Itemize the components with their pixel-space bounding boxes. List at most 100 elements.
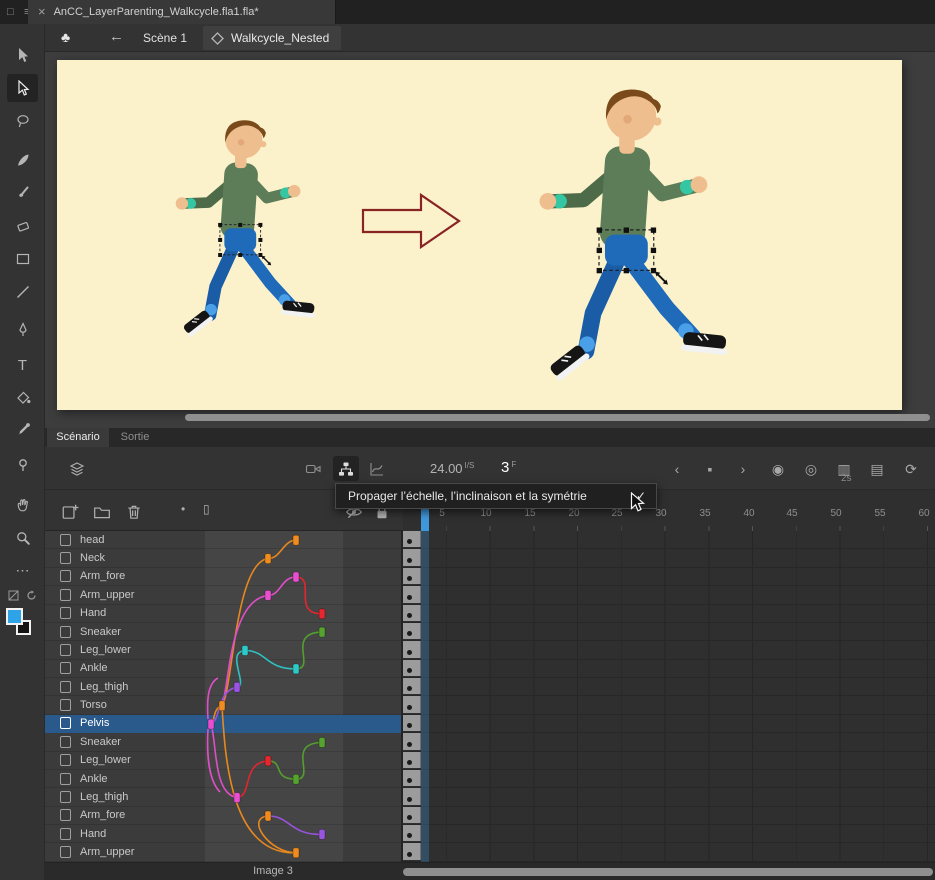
tab-output[interactable]: Sortie: [111, 428, 159, 447]
layer-row[interactable]: Leg_lower: [45, 752, 935, 770]
frame-cells[interactable]: [401, 788, 935, 806]
frame-cells[interactable]: [401, 660, 935, 678]
ruler-tick: 60: [912, 508, 935, 519]
layer-row[interactable]: Arm_upper: [45, 586, 935, 604]
layer-parenting-button[interactable]: [333, 456, 359, 481]
selection-tool[interactable]: [0, 41, 45, 69]
fill-color-swatch[interactable]: [6, 608, 23, 625]
layer-row[interactable]: Sneaker: [45, 623, 935, 641]
lasso-tool[interactable]: [0, 107, 45, 135]
paint-bucket-tool[interactable]: [0, 384, 45, 412]
layer-row[interactable]: head: [45, 531, 935, 549]
propagate-scale-menu-item[interactable]: Propager l’échelle, l’inclinaison et la …: [335, 483, 657, 509]
parent-wire-cell: [205, 641, 343, 659]
asset-warp-tool[interactable]: [0, 451, 45, 479]
line-tool[interactable]: [0, 278, 45, 306]
timeline-horizontal-scrollbar[interactable]: [403, 868, 933, 876]
stage-canvas[interactable]: [57, 60, 902, 410]
layer-name-cell: Neck: [45, 549, 205, 567]
loop-button[interactable]: ⟳: [902, 459, 920, 479]
layer-row[interactable]: Ankle: [45, 770, 935, 788]
layer-row-selected[interactable]: Pelvis: [45, 715, 935, 733]
keyframe-toggle[interactable]: •: [181, 502, 185, 516]
document-tab[interactable]: × AnCC_LayerParenting_Walkcycle.fla1.fla…: [28, 0, 336, 24]
frame-cells[interactable]: [401, 531, 935, 549]
layer-row[interactable]: Arm_upper: [45, 843, 935, 861]
onion-skin-outline-button[interactable]: ◎: [802, 459, 820, 479]
layer-row[interactable]: Hand: [45, 825, 935, 843]
zoom-tool[interactable]: [0, 524, 45, 552]
character-large[interactable]: [540, 89, 729, 381]
graph-editor-button[interactable]: [367, 459, 387, 479]
frame-cells[interactable]: [401, 568, 935, 586]
frame-cells[interactable]: [401, 733, 935, 751]
layer-row[interactable]: Ankle: [45, 660, 935, 678]
camera-button[interactable]: [303, 459, 323, 479]
layer-row[interactable]: Arm_fore: [45, 568, 935, 586]
frame-cells[interactable]: [401, 843, 935, 861]
stop-button[interactable]: ▪: [701, 459, 719, 479]
frame-cells[interactable]: [401, 605, 935, 623]
frame-unit: F: [511, 460, 516, 469]
tab-scenario[interactable]: Scénario: [47, 428, 109, 447]
layers-panel-button[interactable]: [67, 459, 87, 479]
frame-cells[interactable]: [401, 678, 935, 696]
frame-cells[interactable]: [401, 752, 935, 770]
text-tool[interactable]: T: [0, 351, 45, 379]
classic-brush-tool[interactable]: [0, 179, 45, 207]
eraser-tool[interactable]: [0, 212, 45, 240]
back-arrow-icon[interactable]: ←: [109, 28, 124, 45]
layer-name: Sneaker: [80, 626, 121, 638]
breadcrumb-scene[interactable]: Scène 1: [143, 31, 187, 45]
snap-toggles[interactable]: [0, 581, 45, 609]
new-folder-button[interactable]: [93, 503, 111, 521]
frame-cells[interactable]: [401, 641, 935, 659]
delete-layer-button[interactable]: [125, 503, 143, 521]
frame-cells[interactable]: [401, 807, 935, 825]
symbol-library-icon[interactable]: ♣: [61, 29, 70, 45]
frame-cells[interactable]: [401, 586, 935, 604]
blank-keyframe-toggle[interactable]: ▯: [203, 502, 210, 516]
layer-row[interactable]: Sneaker: [45, 733, 935, 751]
character-small[interactable]: [176, 120, 317, 337]
frame-cells[interactable]: [401, 549, 935, 567]
rectangle-tool[interactable]: [0, 245, 45, 273]
step-back-button[interactable]: ‹: [668, 459, 686, 479]
breadcrumb-symbol[interactable]: Walkcycle_Nested: [203, 26, 341, 50]
frame-cells[interactable]: [401, 623, 935, 641]
layer-row[interactable]: Torso: [45, 696, 935, 714]
frame-cells[interactable]: [401, 770, 935, 788]
layer-row[interactable]: Leg_lower: [45, 641, 935, 659]
scale-arrow-shape[interactable]: [363, 195, 459, 247]
layer-name-cell: Ankle: [45, 770, 205, 788]
ruler-tick: 35: [693, 508, 717, 519]
step-forward-button[interactable]: ›: [734, 459, 752, 479]
pen-tool[interactable]: [0, 316, 45, 344]
stage-horizontal-scrollbar[interactable]: [185, 414, 930, 421]
subselection-tool[interactable]: [7, 74, 38, 102]
eyedropper-tool[interactable]: [0, 416, 45, 444]
layer-name-cell: Hand: [45, 605, 205, 623]
frame-cells[interactable]: [401, 696, 935, 714]
keyframe-dot: [407, 815, 412, 820]
playhead[interactable]: [421, 507, 430, 531]
layer-row[interactable]: Neck: [45, 549, 935, 567]
frame-cells[interactable]: [401, 825, 935, 843]
more-tools-button[interactable]: ⋯: [0, 556, 45, 584]
parent-wire-cell: [205, 549, 343, 567]
close-icon[interactable]: ×: [38, 0, 46, 24]
new-layer-button[interactable]: [61, 503, 79, 521]
marker-range-button[interactable]: ▤: [868, 459, 886, 479]
hand-tool[interactable]: [0, 491, 45, 519]
frame-rate[interactable]: 24.00I/S: [430, 461, 474, 476]
frame-cells[interactable]: [401, 715, 935, 733]
current-frame[interactable]: 3F: [501, 459, 516, 476]
onion-skin-button[interactable]: ◉: [769, 459, 787, 479]
layer-row[interactable]: Leg_thigh: [45, 678, 935, 696]
layer-row[interactable]: Arm_fore: [45, 807, 935, 825]
layer-row[interactable]: Hand: [45, 605, 935, 623]
panel-collapse-icon[interactable]: □: [7, 3, 14, 21]
layer-row[interactable]: Leg_thigh: [45, 788, 935, 806]
playhead-column[interactable]: [421, 531, 430, 862]
fluid-brush-tool[interactable]: [0, 146, 45, 174]
